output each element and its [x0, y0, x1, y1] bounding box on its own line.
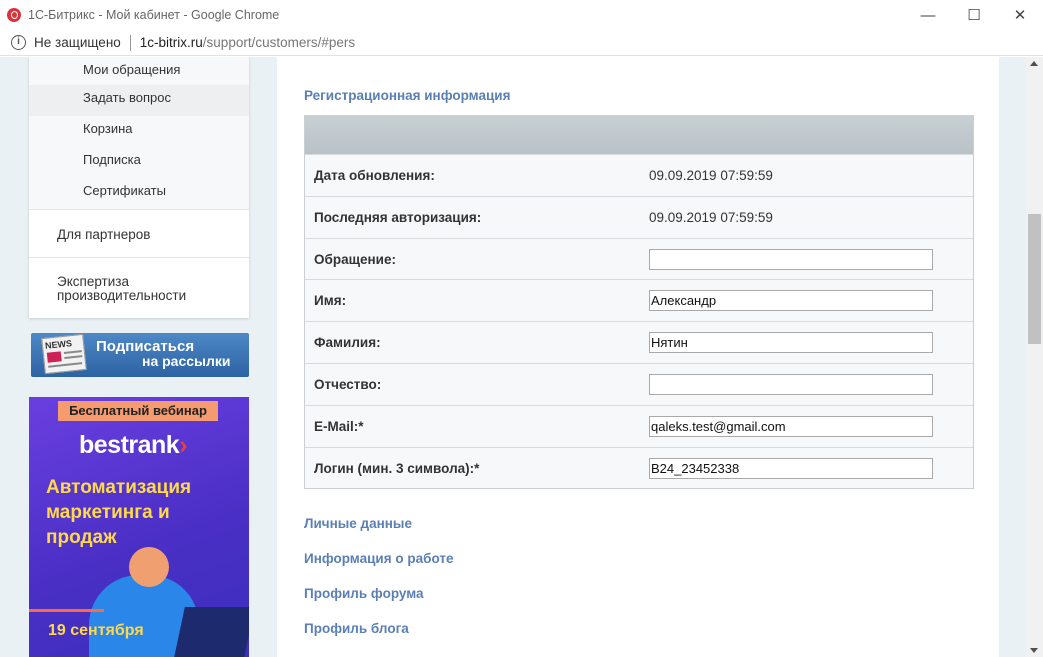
updated-date-label: Дата обновления:	[314, 168, 435, 183]
sidebar-item-subscription[interactable]: Подписка	[29, 147, 249, 178]
first-name-field[interactable]	[649, 290, 933, 312]
webinar-headline: Автоматизация маркетинга и продаж	[46, 475, 246, 550]
newsletter-line-1: Подписаться	[96, 338, 195, 355]
newsletter-banner[interactable]: NEWS Подписаться на рассылки	[31, 333, 249, 377]
email-field[interactable]	[649, 415, 933, 437]
brand-part-1: best	[79, 431, 129, 459]
registration-info-link[interactable]: Регистрационная информация	[304, 88, 510, 103]
security-status[interactable]: Не защищено	[34, 35, 121, 50]
newspaper-line	[64, 355, 83, 359]
laptop-illustration	[173, 607, 249, 657]
person-illustration-head	[129, 547, 169, 587]
row-updated-date: Дата обновления: 09.09.2019 07:59:59	[305, 154, 973, 196]
last-name-label: Фамилия:	[314, 335, 381, 351]
window-controls: — ☐ ✕	[905, 0, 1043, 30]
close-button[interactable]: ✕	[997, 0, 1043, 30]
registration-form: Дата обновления: 09.09.2019 07:59:59 Пос…	[304, 115, 974, 490]
newspaper-icon: NEWS	[41, 333, 87, 375]
brand-part-2: rank	[128, 431, 180, 459]
address-separator	[129, 34, 131, 51]
webinar-banner[interactable]: Бесплатный вебинар bestrank› Автоматизац…	[29, 397, 249, 657]
sidebar-item-partners[interactable]: Для партнеров	[29, 209, 249, 257]
row-patronymic: Отчество:	[305, 362, 973, 405]
sidebar-item-cart[interactable]: Корзина	[29, 116, 249, 147]
news-word: NEWS	[44, 338, 73, 351]
main-content: Регистрационная информация Дата обновлен…	[277, 57, 999, 657]
salutation-label: Обращение:	[314, 251, 396, 267]
last-login-value: 09.09.2019 07:59:59	[649, 209, 773, 225]
minimize-button[interactable]: —	[905, 0, 951, 30]
newspaper-photo	[46, 351, 62, 363]
scroll-up-arrow-icon[interactable]	[1030, 61, 1038, 66]
email-label: E-Mail:*	[314, 418, 364, 434]
newspaper-line	[48, 362, 83, 368]
updated-date-value: 09.09.2019 07:59:59	[649, 168, 773, 183]
work-info-link[interactable]: Информация о работе	[304, 551, 453, 566]
bestrank-logo: bestrank›	[79, 431, 188, 460]
row-login: Логин (мин. 3 символа):*	[305, 446, 973, 489]
expertise-line-1: Экспертиза	[57, 274, 129, 289]
decorative-stripe	[29, 609, 104, 612]
patronymic-label: Отчество:	[314, 376, 382, 392]
newspaper-line	[63, 350, 82, 354]
login-field[interactable]	[649, 457, 933, 479]
row-salutation: Обращение:	[305, 237, 973, 280]
webinar-badge: Бесплатный вебинар	[58, 401, 218, 421]
patronymic-field[interactable]	[649, 373, 933, 395]
last-name-field[interactable]	[649, 332, 933, 354]
window-title: 1С-Битрикс - Мой кабинет - Google Chrome	[28, 8, 280, 22]
bitrix-app-icon	[7, 8, 21, 22]
sidebar-item-certificates[interactable]: Сертификаты	[29, 178, 249, 209]
scroll-down-arrow-icon[interactable]	[1030, 648, 1038, 653]
personal-data-link[interactable]: Личные данные	[304, 516, 412, 531]
sidebar-menu: Мои обращения Задать вопрос Корзина Подп…	[29, 57, 249, 318]
vertical-scrollbar[interactable]	[1026, 57, 1043, 657]
newsletter-line-2: на рассылки	[142, 353, 231, 369]
sidebar: Мои обращения Задать вопрос Корзина Подп…	[29, 57, 249, 657]
first-name-label: Имя:	[314, 293, 347, 309]
row-first-name: Имя:	[305, 279, 973, 322]
sidebar-item-ask-question[interactable]: Задать вопрос	[29, 85, 249, 116]
row-last-name: Фамилия:	[305, 321, 973, 363]
sidebar-item-performance-expertise[interactable]: Экспертиза производительности	[29, 257, 249, 318]
newsletter-banner-text: Подписаться на рассылки	[96, 339, 231, 369]
address-bar[interactable]: i Не защищено 1c-bitrix.ru/support/custo…	[0, 30, 1043, 56]
maximize-button[interactable]: ☐	[951, 0, 997, 30]
login-label: Логин (мин. 3 символа):*	[314, 460, 480, 476]
window-titlebar: 1С-Битрикс - Мой кабинет - Google Chrome…	[0, 0, 1043, 30]
row-last-login: Последняя авторизация: 09.09.2019 07:59:…	[305, 195, 973, 238]
salutation-field[interactable]	[649, 248, 933, 270]
last-login-label: Последняя авторизация:	[314, 209, 482, 225]
expertise-line-2: производительности	[57, 288, 187, 303]
page-viewport: Мои обращения Задать вопрос Корзина Подп…	[0, 57, 1026, 657]
form-header-bar	[305, 116, 973, 154]
webinar-date: 19 сентября	[48, 622, 144, 639]
webinar-headline-line-1: Автоматизация	[46, 477, 192, 498]
scrollbar-thumb[interactable]	[1028, 214, 1041, 344]
url-host[interactable]: 1c-bitrix.ru	[140, 35, 203, 50]
info-icon[interactable]: i	[11, 35, 26, 50]
blog-profile-link[interactable]: Профиль блога	[304, 621, 409, 636]
forum-profile-link[interactable]: Профиль форума	[304, 586, 424, 601]
url-path[interactable]: /support/customers/#pers	[203, 35, 355, 50]
row-email: E-Mail:*	[305, 404, 973, 447]
webinar-headline-line-2: маркетинга и	[46, 502, 170, 523]
brand-chevron: ›	[179, 431, 188, 459]
sidebar-item-my-requests[interactable]: Мои обращения	[29, 57, 249, 85]
